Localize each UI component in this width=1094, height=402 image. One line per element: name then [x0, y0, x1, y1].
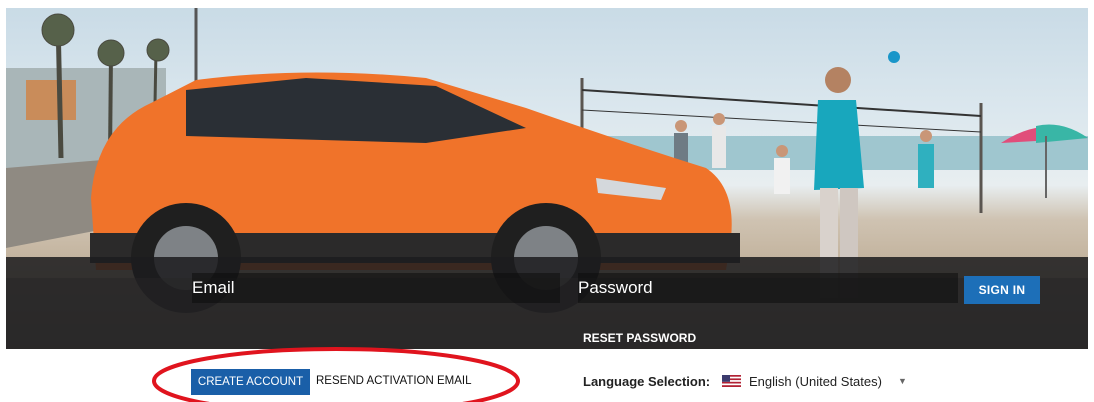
sign-in-button[interactable]: SIGN IN	[964, 276, 1040, 304]
hero-banner-image: SIGN IN RESET PASSWORD	[6, 8, 1088, 349]
building-sign	[26, 80, 76, 120]
chevron-down-icon: ▼	[897, 376, 907, 386]
language-selection-label: Language Selection:	[583, 374, 711, 389]
reset-password-link[interactable]: RESET PASSWORD	[583, 331, 696, 345]
password-field[interactable]	[578, 273, 958, 303]
email-field[interactable]	[192, 273, 560, 303]
resend-activation-email-link[interactable]: RESEND ACTIVATION EMAIL	[316, 375, 472, 387]
us-flag-icon	[722, 375, 741, 387]
login-bar: SIGN IN RESET PASSWORD	[6, 257, 1088, 349]
create-account-button[interactable]: CREATE ACCOUNT	[191, 369, 310, 395]
language-select[interactable]: English (United States) ▼	[722, 370, 912, 392]
language-selected-value: English (United States)	[749, 373, 882, 389]
beach-ball	[888, 51, 900, 63]
